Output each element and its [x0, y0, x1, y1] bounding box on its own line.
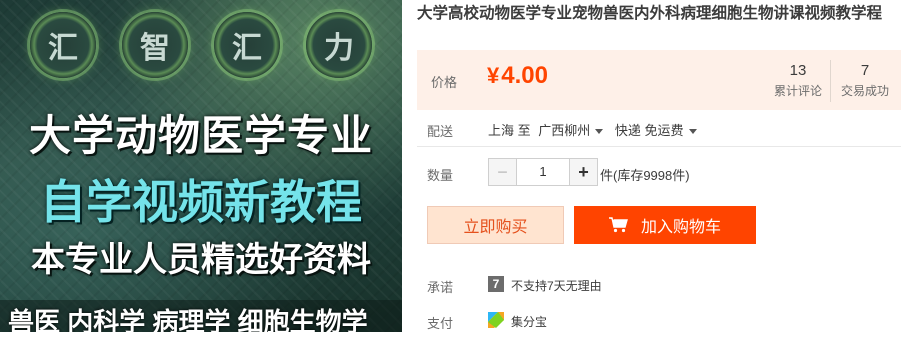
quantity-increase-button[interactable]: + [569, 158, 598, 186]
image-footer-band: 兽医 内科学 病理学 细胞生物学 [0, 300, 402, 332]
jifenbao-icon [488, 312, 504, 328]
cart-icon [608, 217, 628, 233]
shipping-destination[interactable]: 广西柳州 [538, 123, 611, 138]
image-headline-3: 本专业人员精选好资料 [31, 241, 371, 279]
seal-4: 力 [306, 12, 372, 78]
quantity-stepper: − 1 + [488, 158, 598, 186]
shipping-row: 上海 至 广西柳州 快递 免运费 [488, 120, 705, 139]
promise-7day-icon: 7 [488, 276, 504, 292]
reviews-stat[interactable]: 13 累计评论 [763, 62, 833, 99]
payment-label: 支付 [427, 316, 454, 331]
quantity-input[interactable]: 1 [517, 158, 569, 186]
seal-1: 汇 [30, 12, 96, 78]
caret-down-icon [595, 129, 604, 135]
reviews-count: 13 [789, 62, 807, 79]
payment-method[interactable]: 集分宝 [511, 313, 547, 330]
price-panel: 价格 ¥4.00 13 累计评论 7 交易成功 [417, 50, 901, 110]
reviews-label: 累计评论 [773, 84, 822, 98]
price-label: 价格 [431, 75, 458, 90]
add-to-cart-button[interactable]: 加入购物车 [574, 206, 756, 244]
shipping-method[interactable]: 快递 免运费 [615, 123, 705, 138]
sales-count: 7 [860, 62, 870, 79]
image-headline-1: 大学动物医学专业 [28, 112, 373, 159]
caret-down-icon [688, 129, 697, 135]
section-divider [417, 146, 901, 147]
promise-text[interactable]: 不支持7天无理由 [511, 277, 602, 294]
seal-3: 汇 [214, 12, 280, 78]
currency-symbol: ¥ [487, 63, 500, 88]
image-headline-4: 兽医 内科学 病理学 细胞生物学 [8, 307, 368, 332]
price-value: ¥4.00 [487, 62, 548, 90]
image-headline-2: 自学视频新教程 [40, 176, 362, 228]
buy-now-button[interactable]: 立即购买 [427, 206, 564, 244]
add-to-cart-label: 加入购物车 [640, 219, 721, 236]
sales-label: 交易成功 [840, 84, 889, 98]
promise-label: 承诺 [427, 280, 454, 295]
product-image[interactable]: 汇 智 汇 力 大学动物医学专业 自学视频新教程 本专业人员精选好资料 兽医 内… [0, 0, 402, 332]
product-title: 大学高校动物医学专业宠物兽医内外科病理细胞生物讲课视频教学程 [417, 5, 883, 22]
price-amount: 4.00 [501, 62, 548, 89]
stock-info: 件(库存9998件) [600, 168, 690, 183]
seal-2: 智 [122, 12, 188, 78]
shipping-label: 配送 [427, 124, 454, 139]
quantity-decrease-button[interactable]: − [488, 158, 517, 186]
sales-stat: 7 交易成功 [830, 62, 900, 99]
shipping-from: 上海 至 [488, 123, 531, 138]
quantity-label: 数量 [427, 168, 454, 183]
